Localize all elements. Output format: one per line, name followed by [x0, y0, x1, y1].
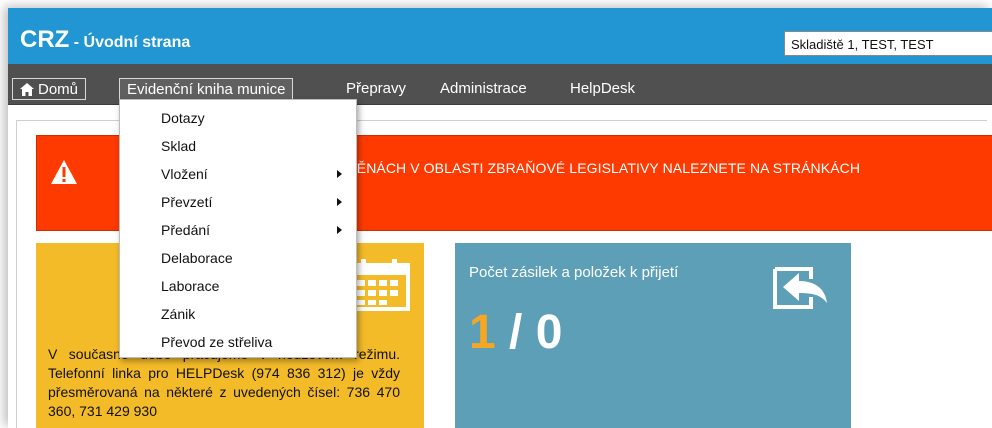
nav-home-label: Domů — [38, 81, 79, 98]
incoming-icon — [773, 267, 827, 309]
menu-item-label: Dotazy — [161, 110, 205, 126]
counter-separator: / — [495, 306, 536, 359]
nav-helpdesk[interactable]: HelpDesk — [563, 78, 642, 100]
submenu-arrow-icon — [337, 198, 342, 206]
shipments-counter: 1 / 0 — [469, 305, 562, 360]
app-name: CRZ — [20, 26, 70, 53]
submenu-arrow-icon — [337, 170, 342, 178]
nav-helpdesk-label: HelpDesk — [570, 80, 636, 97]
menu-item-label: Převod ze střeliva — [161, 334, 273, 350]
alert-text: MĚNÁCH V OBLASTI ZBRAŇOVÉ LEGISLATIVY NA… — [345, 160, 861, 176]
menu-item-label: Předání — [161, 222, 211, 238]
nav-transport-label: Přepravy — [346, 80, 407, 97]
home-icon — [20, 83, 34, 96]
menu-item-sklad[interactable]: Sklad — [120, 134, 356, 158]
menu-item-dotazy[interactable]: Dotazy — [120, 106, 356, 130]
nav-transport[interactable]: Přepravy — [339, 78, 413, 100]
menu-item-prevod[interactable]: Převod ze střeliva — [120, 330, 356, 354]
shipments-tile[interactable]: Počet zásilek a položek k přijetí 1 / 0 — [455, 243, 851, 428]
menu-item-laborace[interactable]: Laborace — [120, 274, 356, 298]
menu-item-zanik[interactable]: Zánik — [120, 302, 356, 326]
menu-item-label: Převzetí — [161, 194, 213, 210]
page-title: CRZ - Úvodní strana — [20, 26, 190, 54]
menu-item-predani[interactable]: Předání — [120, 218, 356, 242]
items-count: 0 — [535, 306, 563, 359]
submenu-arrow-icon — [337, 226, 342, 234]
menu-item-delaborace[interactable]: Delaborace — [120, 246, 356, 270]
page-subtitle: - Úvodní strana — [69, 34, 191, 51]
calendar-icon — [348, 259, 410, 311]
nav-admin-label: Administrace — [440, 80, 527, 97]
menu-item-label: Vložení — [161, 166, 208, 182]
shipments-title: Počet zásilek a položek k přijetí — [469, 264, 679, 281]
storage-selector[interactable]: Skladiště 1, TEST, TEST — [784, 31, 992, 56]
app-window: CRZ - Úvodní strana Domů Evidenční kniha… — [8, 8, 992, 428]
warning-icon — [51, 160, 77, 184]
nav-ammo-book[interactable]: Evidenční kniha munice — [119, 78, 294, 100]
menu-item-label: Delaborace — [161, 250, 233, 266]
shipments-count: 1 — [469, 306, 496, 359]
nav-home[interactable]: Domů — [12, 78, 87, 100]
menu-item-prevzeti[interactable]: Převzetí — [120, 190, 356, 214]
menu-item-label: Sklad — [161, 138, 197, 154]
ammo-book-menu: Dotazy Sklad Vložení Převzetí Předání De… — [119, 99, 357, 358]
nav-admin[interactable]: Administrace — [433, 78, 534, 100]
menu-item-label: Zánik — [161, 306, 196, 322]
menu-item-label: Laborace — [161, 278, 220, 294]
nav-ammo-book-label: Evidenční kniha munice — [127, 81, 286, 98]
menu-item-vlozeni[interactable]: Vložení — [120, 162, 356, 186]
